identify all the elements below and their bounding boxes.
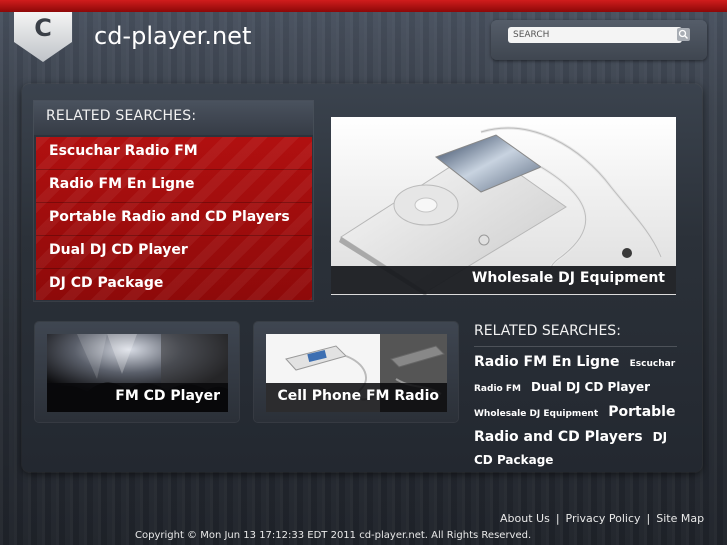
thumb-caption: FM CD Player (47, 383, 228, 412)
search-input[interactable] (508, 27, 682, 43)
hero-caption-text: Wholesale DJ Equipment (471, 270, 665, 286)
related-search-link[interactable]: Portable Radio and CD Players (36, 203, 312, 236)
related-search-link[interactable]: DJ CD Package (36, 269, 312, 301)
related-search-label: Portable Radio and CD Players (49, 209, 290, 225)
tag-cloud-divider (474, 346, 677, 347)
related-searches-box: RELATED SEARCHES: Escuchar Radio FM Radi… (34, 101, 313, 301)
thumb-caption-text: Cell Phone FM Radio (277, 388, 439, 404)
logo-letter: C (34, 14, 52, 42)
related-searches-header: RELATED SEARCHES: (34, 101, 313, 135)
search-icon (678, 29, 688, 39)
search-box (491, 20, 707, 60)
footer-link-privacy-policy[interactable]: Privacy Policy (566, 512, 641, 525)
tag-link[interactable]: Wholesale DJ Equipment (474, 409, 598, 419)
site-logo[interactable]: C (14, 12, 72, 62)
hero-caption[interactable]: Wholesale DJ Equipment (331, 266, 676, 294)
top-red-bar (0, 0, 727, 12)
footer-links: About Us | Privacy Policy | Site Map (500, 512, 704, 525)
thumb-card-cell-phone-fm-radio[interactable]: Cell Phone FM Radio (254, 322, 458, 422)
related-search-label: Radio FM En Ligne (49, 176, 195, 192)
tag-cloud-heading: RELATED SEARCHES: (474, 323, 621, 339)
related-search-link[interactable]: Radio FM En Ligne (36, 170, 312, 203)
related-searches-list: Escuchar Radio FM Radio FM En Ligne Port… (36, 137, 312, 300)
related-searches-heading: RELATED SEARCHES: (46, 108, 197, 124)
tag-cloud: Radio FM En Ligne Escuchar Radio FM Dual… (474, 350, 679, 471)
search-button[interactable] (677, 28, 690, 41)
footer-separator: | (555, 512, 560, 525)
footer-separator: | (646, 512, 651, 525)
thumb-caption: Cell Phone FM Radio (266, 383, 447, 412)
related-search-label: Escuchar Radio FM (49, 143, 198, 159)
footer-link-about-us[interactable]: About Us (500, 512, 550, 525)
tag-link[interactable]: Dual DJ CD Player (531, 380, 650, 394)
related-search-label: Dual DJ CD Player (49, 242, 188, 258)
related-search-label: DJ CD Package (49, 275, 164, 291)
thumb-card-fm-cd-player[interactable]: FM CD Player (35, 322, 239, 422)
related-search-link[interactable]: Escuchar Radio FM (36, 137, 312, 170)
copyright-text: Copyright © Mon Jun 13 17:12:33 EDT 2011… (135, 530, 532, 541)
thumb-caption-text: FM CD Player (115, 388, 220, 404)
related-search-link[interactable]: Dual DJ CD Player (36, 236, 312, 269)
tag-link[interactable]: Radio FM En Ligne (474, 354, 620, 370)
site-title[interactable]: cd-player.net (94, 22, 251, 50)
footer-link-site-map[interactable]: Site Map (656, 512, 704, 525)
